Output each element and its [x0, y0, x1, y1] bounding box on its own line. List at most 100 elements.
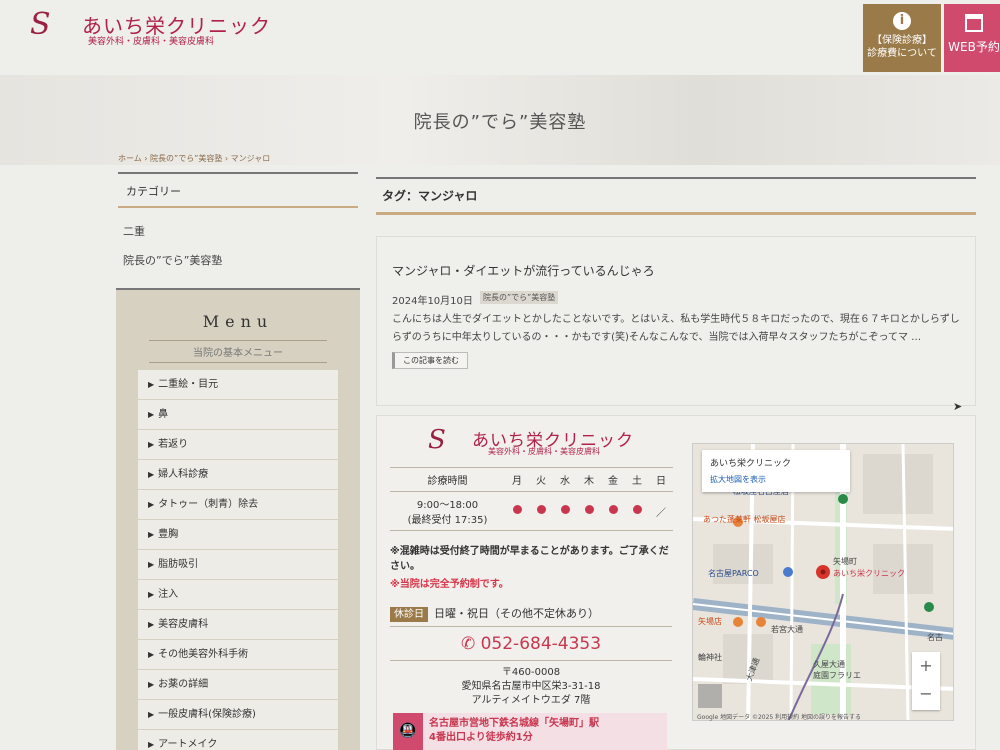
open-dot-icon	[536, 505, 546, 514]
menu-item[interactable]: ▶ 一般皮膚科(保険診療)	[138, 700, 338, 730]
menu-title: Menu	[202, 312, 274, 331]
map-label-nago: 名古	[927, 633, 943, 642]
zoom-in-button[interactable]: +	[912, 652, 940, 680]
busy-note: ※混雑時は受付終了時間が早まることがあります。ご了承ください。	[390, 546, 669, 572]
menu-item[interactable]: ▶ タトゥー（刺青）除去	[138, 490, 338, 520]
info-icon: i	[893, 12, 911, 30]
open-mark	[505, 491, 529, 531]
access-info: 🚇 名古屋市営地下鉄名城線「矢場町」駅 4番出口より徒歩約1分	[393, 713, 667, 750]
open-mark	[553, 491, 577, 531]
arrow-right-icon: ▶	[148, 530, 155, 539]
post-excerpt: こんにちは人生でダイエットとかしたことないです。とはいえ、私も学生時代５８キロだ…	[392, 314, 960, 343]
clinic-card-logo: S あいち栄クリニック 美容外科・皮膚科・美容皮膚科	[428, 423, 648, 459]
menu-item[interactable]: ▶ 婦人科診療	[138, 460, 338, 490]
menu-item-label: 二重絵・目元	[158, 379, 219, 390]
menu-item[interactable]: ▶ 注入	[138, 580, 338, 610]
calendar-icon	[965, 14, 983, 32]
menu-item[interactable]: ▶ 脂肪吸引	[138, 550, 338, 580]
closed-badge: 休診日	[390, 607, 428, 622]
postal-code: 〒460-0008	[501, 667, 561, 678]
clinic-logo[interactable]: S あいち栄クリニック 美容外科・皮膚科・美容皮膚科	[30, 8, 290, 48]
menu-item[interactable]: ▶ その他美容外科手術	[138, 640, 338, 670]
open-dot-icon	[608, 505, 618, 514]
day-fri: 金	[601, 467, 625, 492]
open-dot-icon	[560, 505, 570, 514]
arrow-right-icon: ▶	[148, 740, 155, 749]
menu-item[interactable]: ▶ 若返り	[138, 430, 338, 460]
map-card-title: あいち栄クリニック	[710, 459, 792, 469]
logo-subtitle: 美容外科・皮膚科・美容皮膚科	[88, 37, 215, 47]
arrow-right-icon: ▶	[148, 500, 155, 509]
open-dot-icon	[512, 505, 522, 514]
category-heading: カテゴリー	[118, 172, 358, 208]
hours-label: 診療時間	[390, 467, 505, 492]
logo-mark: S	[428, 425, 446, 455]
menu-item[interactable]: ▶ お薬の詳細	[138, 670, 338, 700]
breadcrumb[interactable]: ホーム › 院長の”でら”美容塾 › マンジャロ	[118, 153, 270, 164]
map-label-flarie: 庭園フラリエ	[813, 671, 861, 680]
menu-item-label: 一般皮膚科(保険診療)	[158, 709, 256, 720]
post-category-badge[interactable]: 院長の”でら”美容塾	[480, 291, 559, 304]
menu-box: Menu 当院の基本メニュー ▶ 二重絵・目元 ▶ 鼻 ▶ 若返り ▶ 婦人科診療 ▶ タ…	[116, 288, 360, 750]
menu-item[interactable]: ▶ 二重絵・目元	[138, 370, 338, 400]
phone-text: 052-684-4353	[480, 634, 602, 654]
menu-item-label: 若返り	[158, 439, 189, 450]
menu-item[interactable]: ▶ 美容皮膚科	[138, 610, 338, 640]
address: 〒460-0008 愛知県名古屋市中区栄3-31-18 アルティメイトウエダ 7…	[390, 666, 672, 708]
category-link-beauty-school[interactable]: 院長の”でら”美容塾	[123, 252, 222, 268]
menu-item[interactable]: ▶ 鼻	[138, 400, 338, 430]
menu-list: ▶ 二重絵・目元 ▶ 鼻 ▶ 若返り ▶ 婦人科診療 ▶ タトゥー（刺青）除去 ▶ 豊胸 ▶…	[138, 370, 338, 750]
map-label-atsuta: あつた蓬莱軒 松坂屋店	[703, 515, 786, 524]
access-line2: 4番出口より徒歩約1分	[429, 732, 533, 743]
day-sun: 日	[649, 467, 673, 492]
day-sat: 土	[625, 467, 649, 492]
web-reservation-button[interactable]: WEB予約	[944, 4, 1000, 72]
arrow-right-icon: ▶	[148, 680, 155, 689]
arrow-right-icon: ▶	[148, 470, 155, 479]
read-more-button[interactable]: この記事を読む	[392, 352, 468, 369]
arrow-right-icon: ▶	[148, 410, 155, 419]
open-mark	[529, 491, 553, 531]
address-line1: 愛知県名古屋市中区栄3-31-18	[461, 681, 601, 692]
day-wed: 水	[553, 467, 577, 492]
menu-item-label: 鼻	[158, 409, 169, 420]
post-title[interactable]: マンジャロ・ダイエットが流行っているんじゃろ	[392, 262, 655, 279]
web-reservation-label: WEB予約	[948, 40, 1000, 54]
map-enlarge-link[interactable]: 拡大地図を表示	[710, 474, 842, 485]
access-text: 名古屋市営地下鉄名城線「矢場町」駅 4番出口より徒歩約1分	[429, 717, 599, 745]
post-card: マンジャロ・ダイエットが流行っているんじゃろ 2024年10月10日 院長の”で…	[376, 236, 976, 406]
day-mon: 月	[505, 467, 529, 492]
access-line1: 名古屋市営地下鉄名城線「矢場町」駅	[429, 718, 599, 729]
menu-item[interactable]: ▶ アートメイク	[138, 730, 338, 750]
insurance-btn-line2: 診療費について	[867, 48, 937, 59]
map-footer: Google 地図データ ©2025 利用規約 地図の誤りを報告する	[697, 714, 862, 721]
train-icon: 🚇	[393, 713, 423, 750]
map-zoom-control: + −	[912, 652, 940, 710]
closed-days: 休診日 日曜・祝日（その他不定休あり）	[390, 605, 672, 627]
logo-subtitle: 美容外科・皮膚科・美容皮膚科	[488, 447, 600, 456]
post-date: 2024年10月10日	[392, 296, 473, 307]
hours-line2: (最終受付 17:35)	[407, 515, 488, 526]
menu-item[interactable]: ▶ 豊胸	[138, 520, 338, 550]
insurance-fee-button[interactable]: i 【保険診療】 診療費について	[863, 4, 941, 72]
arrow-right-icon: ▶	[148, 590, 155, 599]
zoom-out-button[interactable]: −	[912, 680, 940, 708]
map-label-hisaya: 久屋大通	[813, 660, 845, 669]
phone-number[interactable]: ✆ 052-684-4353	[390, 634, 672, 661]
map-label-yaba-shop: 矢場店	[698, 617, 722, 626]
category-link-double-eyelid[interactable]: 二重	[123, 223, 145, 239]
menu-item-label: 注入	[158, 589, 179, 600]
menu-item-label: タトゥー（刺青）除去	[158, 499, 259, 510]
menu-item-label: 脂肪吸引	[158, 559, 199, 570]
hours-time: 9:00〜18:00 (最終受付 17:35)	[390, 491, 505, 531]
menu-subtitle: 当院の基本メニュー	[149, 340, 327, 363]
address-line2: アルティメイトウエダ 7階	[471, 695, 591, 706]
mouse-cursor-icon: ➤	[953, 400, 963, 413]
menu-item-label: 美容皮膚科	[158, 619, 209, 630]
reservation-note: ※当院は完全予約制です。	[390, 579, 509, 590]
open-dot-icon	[632, 505, 642, 514]
map-label-yabacho: 矢場町	[833, 557, 857, 566]
arrow-right-icon: ▶	[148, 560, 155, 569]
open-mark	[577, 491, 601, 531]
arrow-right-icon: ▶	[148, 620, 155, 629]
